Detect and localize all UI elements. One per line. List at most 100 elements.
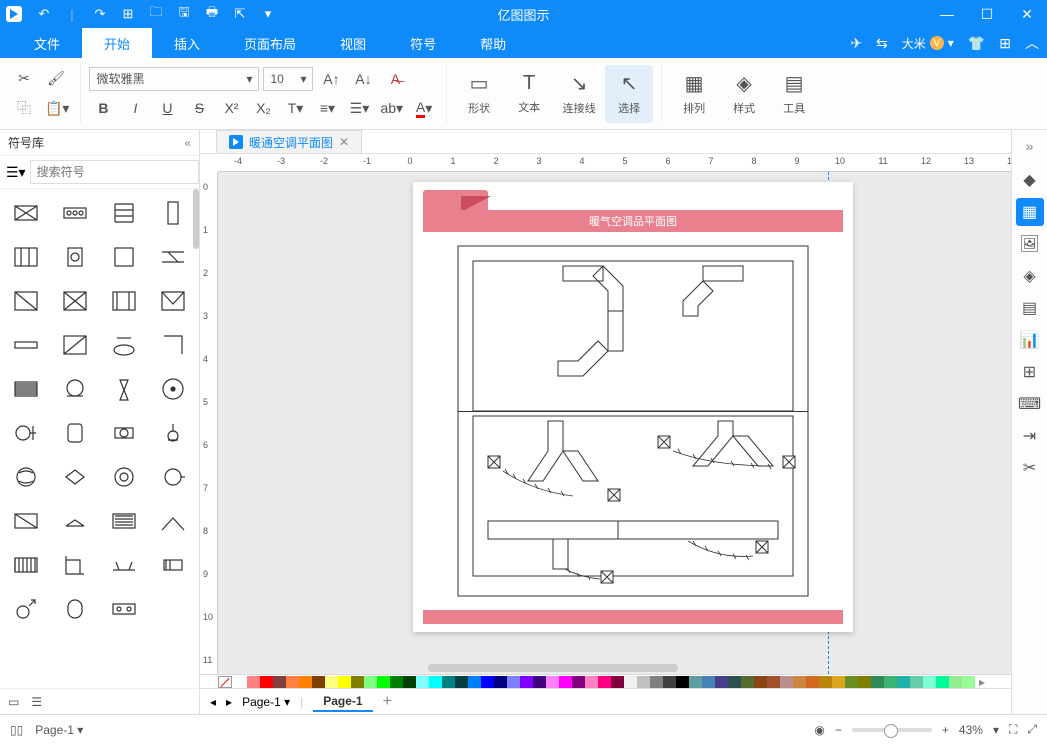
symbol-shape[interactable] [102,193,147,233]
color-swatch[interactable] [598,676,611,688]
symbol-shape[interactable] [4,193,49,233]
undo-icon[interactable]: ↶ [34,4,54,24]
paste-icon[interactable]: 📋▾ [42,95,72,121]
library-picker-icon[interactable]: ☰▾ [6,164,26,181]
menu-home[interactable]: 开始 [82,28,152,58]
menu-symbol[interactable]: 符号 [388,28,458,58]
style-button[interactable]: ◈样式 [720,65,768,123]
color-swatch[interactable] [832,676,845,688]
color-swatch[interactable] [624,676,637,688]
open-icon[interactable]: 🗀 [146,4,166,24]
color-swatch[interactable] [559,676,572,688]
page-nav-prev-icon[interactable]: ◂ [210,695,216,709]
fit-page-icon[interactable]: ⛶ [1009,722,1017,737]
color-swatch[interactable] [793,676,806,688]
color-swatch[interactable] [533,676,546,688]
page-dropdown[interactable]: Page-1 ▾ [242,695,290,709]
menu-file[interactable]: 文件 [12,28,82,58]
color-swatch[interactable] [260,676,273,688]
color-swatch[interactable] [364,676,377,688]
rail-expand-icon[interactable]: » [1026,138,1034,162]
color-swatch[interactable] [936,676,949,688]
canvas[interactable]: 暖气空调品平面图 [218,172,1011,674]
color-swatch[interactable] [390,676,403,688]
symbol-shape[interactable] [102,501,147,541]
font-name-combo[interactable]: 微软雅黑▾ [89,67,259,91]
color-swatch[interactable] [962,676,975,688]
font-shrink-icon[interactable]: A↓ [349,66,377,92]
color-swatch[interactable] [403,676,416,688]
symbol-shape[interactable] [4,457,49,497]
symbol-shape[interactable] [102,369,147,409]
color-swatch[interactable] [884,676,897,688]
share-icon[interactable]: ⇆ [876,35,888,52]
color-swatch[interactable] [910,676,923,688]
symbol-shape[interactable] [150,501,195,541]
zoom-out-icon[interactable]: − [835,723,842,737]
color-swatch[interactable] [325,676,338,688]
symbol-shape[interactable] [4,501,49,541]
tools-button[interactable]: ▤工具 [770,65,818,123]
symbol-shape[interactable] [53,369,98,409]
color-swatch[interactable] [572,676,585,688]
select-button[interactable]: ↖选择 [605,65,653,123]
zoom-in-icon[interactable]: + [942,723,949,737]
symbol-shape[interactable] [53,413,98,453]
position-panel-icon[interactable]: ⇥ [1016,422,1044,450]
color-swatch[interactable] [676,676,689,688]
color-swatch[interactable] [273,676,286,688]
new-icon[interactable]: ⊞ [118,4,138,24]
symbol-shape[interactable] [102,281,147,321]
color-swatch[interactable] [663,676,676,688]
symbol-shape[interactable] [150,325,195,365]
symbol-shape[interactable] [4,545,49,585]
symbol-shape[interactable] [102,589,147,629]
symbol-shape[interactable] [53,281,98,321]
symbol-shape[interactable] [53,325,98,365]
color-swatch[interactable] [754,676,767,688]
symbol-shape[interactable] [150,369,195,409]
color-swatch[interactable] [637,676,650,688]
symbol-shape[interactable] [102,325,147,365]
presentation-icon[interactable]: ◉ [814,723,824,737]
view-large-icon[interactable]: ▭ [8,695,19,709]
table-panel-icon[interactable]: ⊞ [1016,358,1044,386]
color-swatch[interactable] [767,676,780,688]
symbol-shape[interactable] [4,237,49,277]
strike-icon[interactable]: S [185,95,213,121]
menu-insert[interactable]: 插入 [152,28,222,58]
crop-panel-icon[interactable]: ✂ [1016,454,1044,482]
close-tab-icon[interactable]: ✕ [339,135,349,149]
shape-button[interactable]: ▭形状 [455,65,503,123]
color-swatch[interactable] [871,676,884,688]
color-swatch[interactable] [858,676,871,688]
color-swatch[interactable] [377,676,390,688]
color-swatch[interactable] [351,676,364,688]
text-button[interactable]: T文本 [505,65,553,123]
font-color-icon[interactable]: A▾ [410,95,438,121]
color-swatch[interactable] [585,676,598,688]
color-swatch[interactable] [520,676,533,688]
symbol-shape[interactable] [150,281,195,321]
color-swatch[interactable] [234,676,247,688]
case-icon[interactable]: T▾ [281,95,309,121]
cut-icon[interactable]: ✂ [10,66,38,92]
symbol-shape[interactable] [150,545,195,585]
color-swatch[interactable] [715,676,728,688]
outline-panel-icon[interactable]: ▤ [1016,294,1044,322]
symbol-shape[interactable] [53,501,98,541]
color-swatch[interactable] [702,676,715,688]
symbol-shape[interactable] [102,545,147,585]
script-panel-icon[interactable]: ⌨ [1016,390,1044,418]
symbol-shape[interactable] [53,457,98,497]
color-swatch[interactable] [416,676,429,688]
superscript-icon[interactable]: X² [217,95,245,121]
menu-layout[interactable]: 页面布局 [222,28,318,58]
view-list-icon[interactable]: ☰ [31,695,42,709]
menu-view[interactable]: 视图 [318,28,388,58]
color-swatch[interactable] [338,676,351,688]
sidebar-collapse-icon[interactable]: « [184,136,191,150]
color-swatch[interactable] [728,676,741,688]
symbol-shape[interactable] [4,369,49,409]
clear-format-icon[interactable]: A̶ [381,66,409,92]
